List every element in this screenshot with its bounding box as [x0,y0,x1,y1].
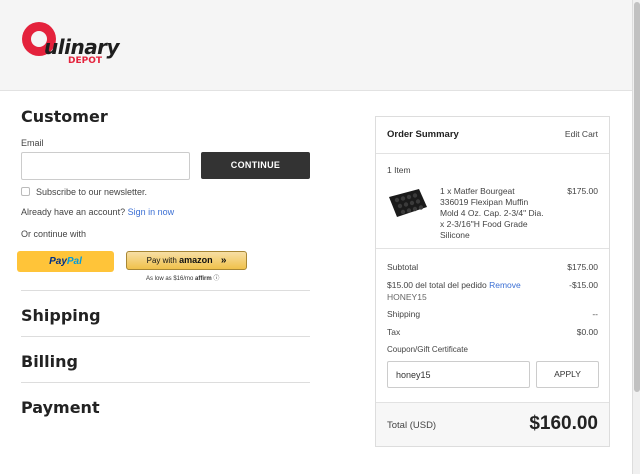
newsletter-checkbox[interactable] [21,187,30,196]
affirm-text: As low as $16/mo [146,276,194,282]
divider [376,153,609,154]
discount-code: HONEY15 [387,292,427,302]
email-label: Email [21,138,44,148]
info-icon[interactable]: ⓘ [213,276,219,282]
tax-value: $0.00 [576,327,598,337]
customer-heading: Customer [21,107,108,126]
sign-in-link[interactable]: Sign in now [128,207,175,217]
continue-button[interactable]: CONTINUE [201,152,310,179]
scrollbar[interactable] [632,0,640,474]
order-summary-title: Order Summary [387,129,459,140]
amazon-prefix: Pay with [146,256,177,265]
shipping-label: Shipping [387,309,421,319]
apply-button[interactable]: APPLY [536,361,599,388]
payment-heading[interactable]: Payment [21,398,100,417]
product-image[interactable] [387,187,429,219]
discount-label: $15.00 del total del pedido [387,280,487,290]
account-text: Already have an account? [21,207,126,217]
edit-cart-link[interactable]: Edit Cart [565,129,598,139]
total-value: $160.00 [529,413,598,434]
divider [21,336,310,337]
logo-sub: DEPOT [68,56,103,66]
product-price: $175.00 [567,186,598,196]
discount-line: $15.00 del total del pedido Remove [387,280,521,290]
continue-with-label: Or continue with [21,229,87,239]
shipping-heading[interactable]: Shipping [21,306,101,325]
divider [376,248,609,249]
newsletter-label: Subscribe to our newsletter. [36,187,148,197]
paypal-pay-text: Pay [49,256,67,267]
billing-heading[interactable]: Billing [21,352,78,371]
account-prompt: Already have an account? Sign in now [21,207,174,217]
total-band: Total (USD) $160.00 [376,402,609,446]
total-label: Total (USD) [387,420,437,431]
affirm-brand: affirm [195,276,212,282]
coupon-link[interactable]: Coupon/Gift Certificate [387,345,468,354]
page-header: ulinary DEPOT [0,0,640,91]
affirm-note: As low as $16/mo affirm ⓘ [146,273,219,282]
amazon-arrow-icon: » [220,255,227,266]
amazon-pay-button[interactable]: Pay with amazon » [126,251,247,270]
item-count: 1 Item [387,165,411,175]
discount-value: -$15.00 [569,280,598,290]
divider [21,290,310,291]
order-summary-panel: Order Summary Edit Cart 1 Item 1 x Matfe… [375,116,610,447]
shipping-value: -- [592,309,598,319]
coupon-input[interactable] [387,361,530,388]
scrollbar-thumb[interactable] [634,2,640,392]
email-field[interactable] [21,152,190,180]
culinary-depot-logo[interactable]: ulinary DEPOT [22,22,132,66]
paypal-pal-text: Pal [66,256,82,267]
divider [21,382,310,383]
subtotal-value: $175.00 [567,262,598,272]
tax-label: Tax [387,327,401,337]
paypal-button[interactable]: PayPal [17,251,114,272]
subtotal-label: Subtotal [387,262,419,272]
product-description: 1 x Matfer Bourgeat 336019 Flexipan Muff… [440,186,544,241]
amazon-brand: amazon [179,255,213,265]
remove-discount-link[interactable]: Remove [489,280,521,290]
